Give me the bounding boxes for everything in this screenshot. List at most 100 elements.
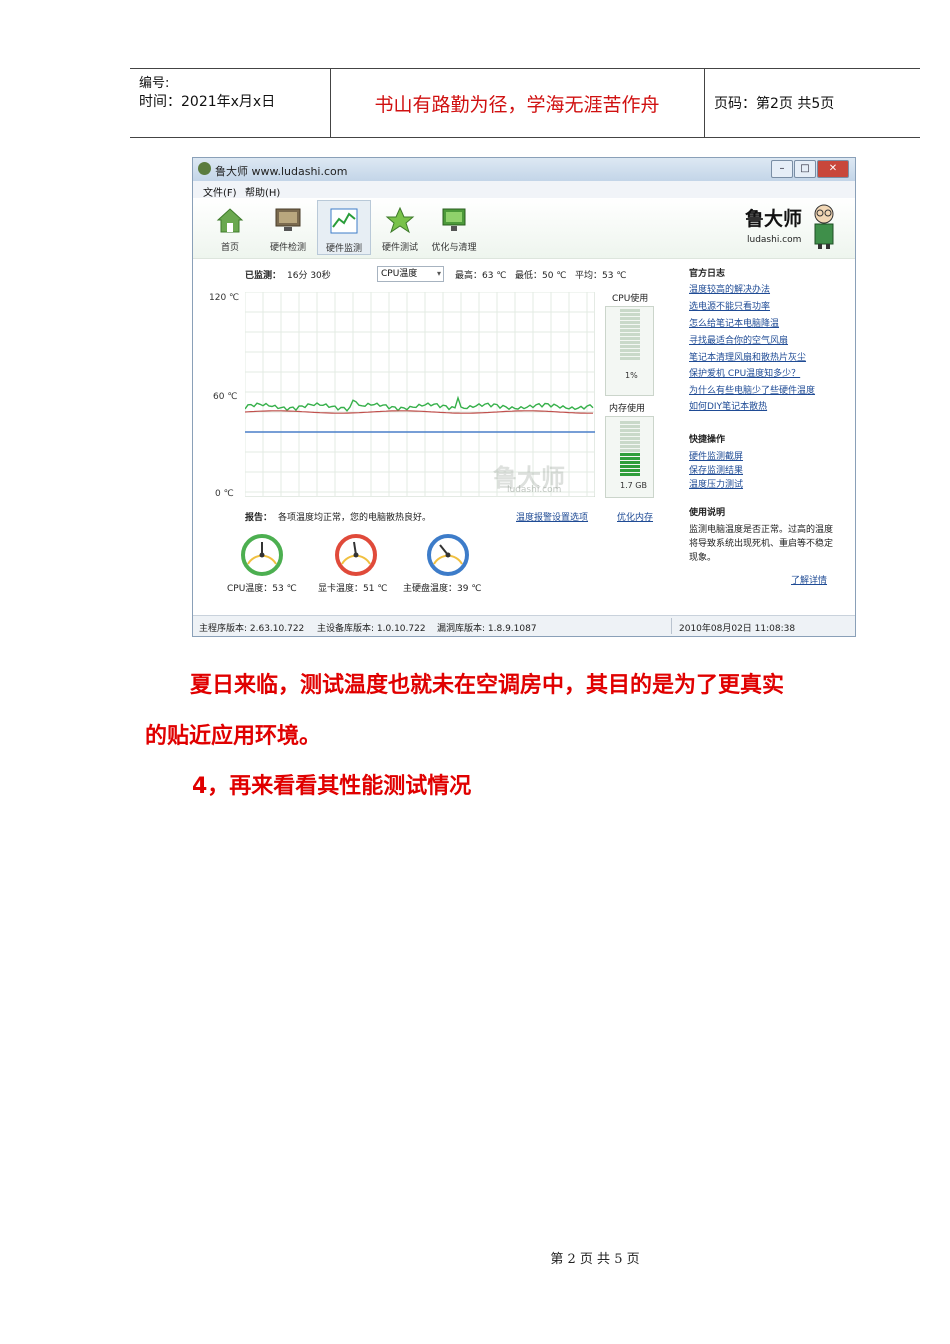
chevron-down-icon: ▾ bbox=[436, 269, 441, 278]
page-footer: 第 2 页 共 5 页 bbox=[550, 1252, 640, 1267]
log-link-3[interactable]: 怎么给笔记本电脑降温 bbox=[689, 316, 779, 329]
quick-link-2[interactable]: 保存监测结果 bbox=[689, 463, 743, 476]
tool-hardware-detect[interactable]: 硬件检测 bbox=[261, 200, 315, 255]
paragraph-1-line-2: 的贴近应用环境。 bbox=[145, 724, 322, 749]
title-bar: 鲁大师 www.ludashi.com – □ ✕ bbox=[193, 158, 855, 181]
quick-link-3[interactable]: 温度压力测试 bbox=[689, 477, 743, 490]
log-link-1[interactable]: 温度较高的解决办法 bbox=[689, 282, 770, 295]
window-title: 鲁大师 www.ludashi.com bbox=[215, 165, 348, 178]
meter-segment bbox=[620, 421, 640, 424]
home-icon bbox=[216, 208, 244, 233]
meter-segment bbox=[620, 321, 640, 324]
log-link-7[interactable]: 为什么有些电脑少了些硬件温度 bbox=[689, 383, 815, 396]
mascot-icon bbox=[814, 204, 834, 249]
cpu-usage-meter bbox=[605, 306, 654, 396]
usage-note-title: 使用说明 bbox=[689, 508, 726, 518]
header-page-info: 页码：第2页 共5页 bbox=[714, 96, 835, 112]
meter-segment bbox=[620, 469, 640, 472]
meter-segment bbox=[620, 465, 640, 468]
cpu-usage-label: CPU使用 bbox=[612, 294, 649, 304]
log-link-4[interactable]: 寻找最适合你的空气风扇 bbox=[689, 333, 788, 346]
mem-usage-label: 内存使用 bbox=[609, 404, 646, 414]
usage-note-text: 监测电脑温度是否正常。过高的温度将导致系统出现死机、重启等不稳定现象。 bbox=[689, 525, 834, 563]
ludashi-window: 鲁大师 www.ludashi.com – □ ✕ 文件(F) 帮助(H) 首页… bbox=[192, 157, 856, 637]
meter-segment bbox=[620, 325, 640, 328]
minimize-button[interactable]: – bbox=[771, 160, 793, 178]
status-datetime: 2010年08月02日 11:08:38 bbox=[679, 624, 796, 634]
close-button[interactable]: ✕ bbox=[817, 160, 849, 178]
tool-hardware-monitor-label: 硬件监测 bbox=[325, 244, 362, 254]
alarm-settings-link[interactable]: 温度报警设置选项 bbox=[516, 510, 588, 523]
meter-segment bbox=[620, 317, 640, 320]
brand-url: ludashi.com bbox=[747, 235, 802, 245]
log-link-6[interactable]: 保护爱机 CPU温度知多少？ bbox=[689, 366, 800, 379]
official-log-title: 官方日志 bbox=[689, 269, 726, 279]
meter-segment bbox=[620, 453, 640, 456]
gpu-temp-label: 显卡温度：51 ℃ bbox=[318, 584, 388, 594]
min-temp: 最低：50 ℃ bbox=[515, 271, 567, 281]
cpu-usage-value: 1% bbox=[625, 371, 638, 380]
sensor-select-value: CPU温度 bbox=[381, 269, 418, 279]
meter-segment bbox=[620, 461, 640, 464]
y-label-60: 60 ℃ bbox=[213, 392, 238, 402]
quick-link-1[interactable]: 硬件监测截屏 bbox=[689, 449, 743, 462]
app-icon bbox=[198, 162, 211, 175]
meter-segment bbox=[620, 333, 640, 336]
menu-bar: 文件(F) 帮助(H) bbox=[193, 181, 855, 199]
line-chart-icon bbox=[330, 208, 358, 234]
report-text: 各项温度均正常，您的电脑散热良好。 bbox=[278, 513, 432, 523]
mem-usage-value: 1.7 GB bbox=[620, 481, 647, 490]
max-temp: 最高：63 ℃ bbox=[455, 271, 507, 281]
header-motto: 书山有路勤为径，学海无涯苦作舟 bbox=[330, 69, 705, 137]
brand-name: 鲁大师 bbox=[745, 208, 803, 230]
tool-hardware-detect-label: 硬件检测 bbox=[269, 243, 306, 253]
y-label-0: 0 ℃ bbox=[215, 489, 234, 499]
tool-hardware-test-label: 硬件测试 bbox=[381, 243, 418, 253]
disk-temp-label: 主硬盘温度：39 ℃ bbox=[403, 584, 482, 594]
paragraph-1-line-1: 夏日来临，测试温度也就未在空调房中，其目的是为了更真实 bbox=[190, 673, 785, 698]
tool-home-label: 首页 bbox=[220, 243, 239, 253]
status-bar: 主程序版本: 2.63.10.722 主设备库版本: 1.0.10.722 漏洞… bbox=[193, 615, 855, 636]
watermark-url: ludashi.com bbox=[507, 485, 562, 495]
number-label: 编号: bbox=[139, 76, 170, 91]
page-header: 编号: 时间：2021年x月x日 书山有路勤为径，学海无涯苦作舟 页码：第2页 … bbox=[130, 68, 920, 138]
report-label: 报告： bbox=[245, 513, 273, 523]
tool-home[interactable]: 首页 bbox=[203, 200, 257, 255]
main-version: 主程序版本: 2.63.10.722 bbox=[199, 624, 305, 634]
meter-segment bbox=[620, 429, 640, 432]
cpu-temp-gauge bbox=[241, 534, 283, 576]
meter-segment bbox=[620, 353, 640, 356]
meter-segment bbox=[620, 425, 640, 428]
brand-logo: 鲁大师 ludashi.com bbox=[739, 202, 839, 254]
menu-file[interactable]: 文件(F) bbox=[203, 184, 237, 199]
meter-segment bbox=[620, 441, 640, 444]
meter-segment bbox=[620, 457, 640, 460]
device-db-version: 主设备库版本: 1.0.10.722 bbox=[317, 624, 426, 634]
log-link-8[interactable]: 如何DIY笔记本散热 bbox=[689, 399, 767, 412]
meter-segment bbox=[620, 445, 640, 448]
status-separator bbox=[671, 618, 672, 634]
gpu-temp-gauge bbox=[335, 534, 377, 576]
learn-more-link[interactable]: 了解详情 bbox=[791, 573, 827, 586]
tool-optimize-label: 优化与清理 bbox=[431, 243, 477, 253]
elapsed-label: 已监测： bbox=[245, 271, 282, 281]
sensor-select[interactable]: CPU温度 ▾ bbox=[377, 266, 444, 282]
screen-icon bbox=[442, 208, 466, 231]
meter-segment bbox=[620, 433, 640, 436]
time-label: 时间：2021年x月x日 bbox=[139, 94, 276, 110]
tool-hardware-monitor[interactable]: 硬件监测 bbox=[317, 200, 371, 255]
cpu-meter-bars bbox=[620, 309, 640, 360]
log-link-5[interactable]: 笔记本清理风扇和散热片灰尘 bbox=[689, 350, 806, 363]
report-line: 报告： 各项温度均正常，您的电脑散热良好。 bbox=[245, 510, 431, 523]
menu-help[interactable]: 帮助(H) bbox=[245, 184, 280, 199]
tool-hardware-test[interactable]: 硬件测试 bbox=[373, 200, 427, 255]
header-meta-cell: 编号: 时间：2021年x月x日 bbox=[130, 69, 331, 137]
tool-optimize[interactable]: 优化与清理 bbox=[427, 200, 481, 255]
meter-segment bbox=[620, 341, 640, 344]
maximize-button[interactable]: □ bbox=[794, 160, 816, 178]
meter-segment bbox=[620, 329, 640, 332]
y-label-120: 120 ℃ bbox=[209, 293, 240, 303]
log-link-2[interactable]: 选电源不能只看功率 bbox=[689, 299, 770, 312]
meter-segment bbox=[620, 473, 640, 476]
optimize-memory-link[interactable]: 优化内存 bbox=[617, 510, 653, 523]
